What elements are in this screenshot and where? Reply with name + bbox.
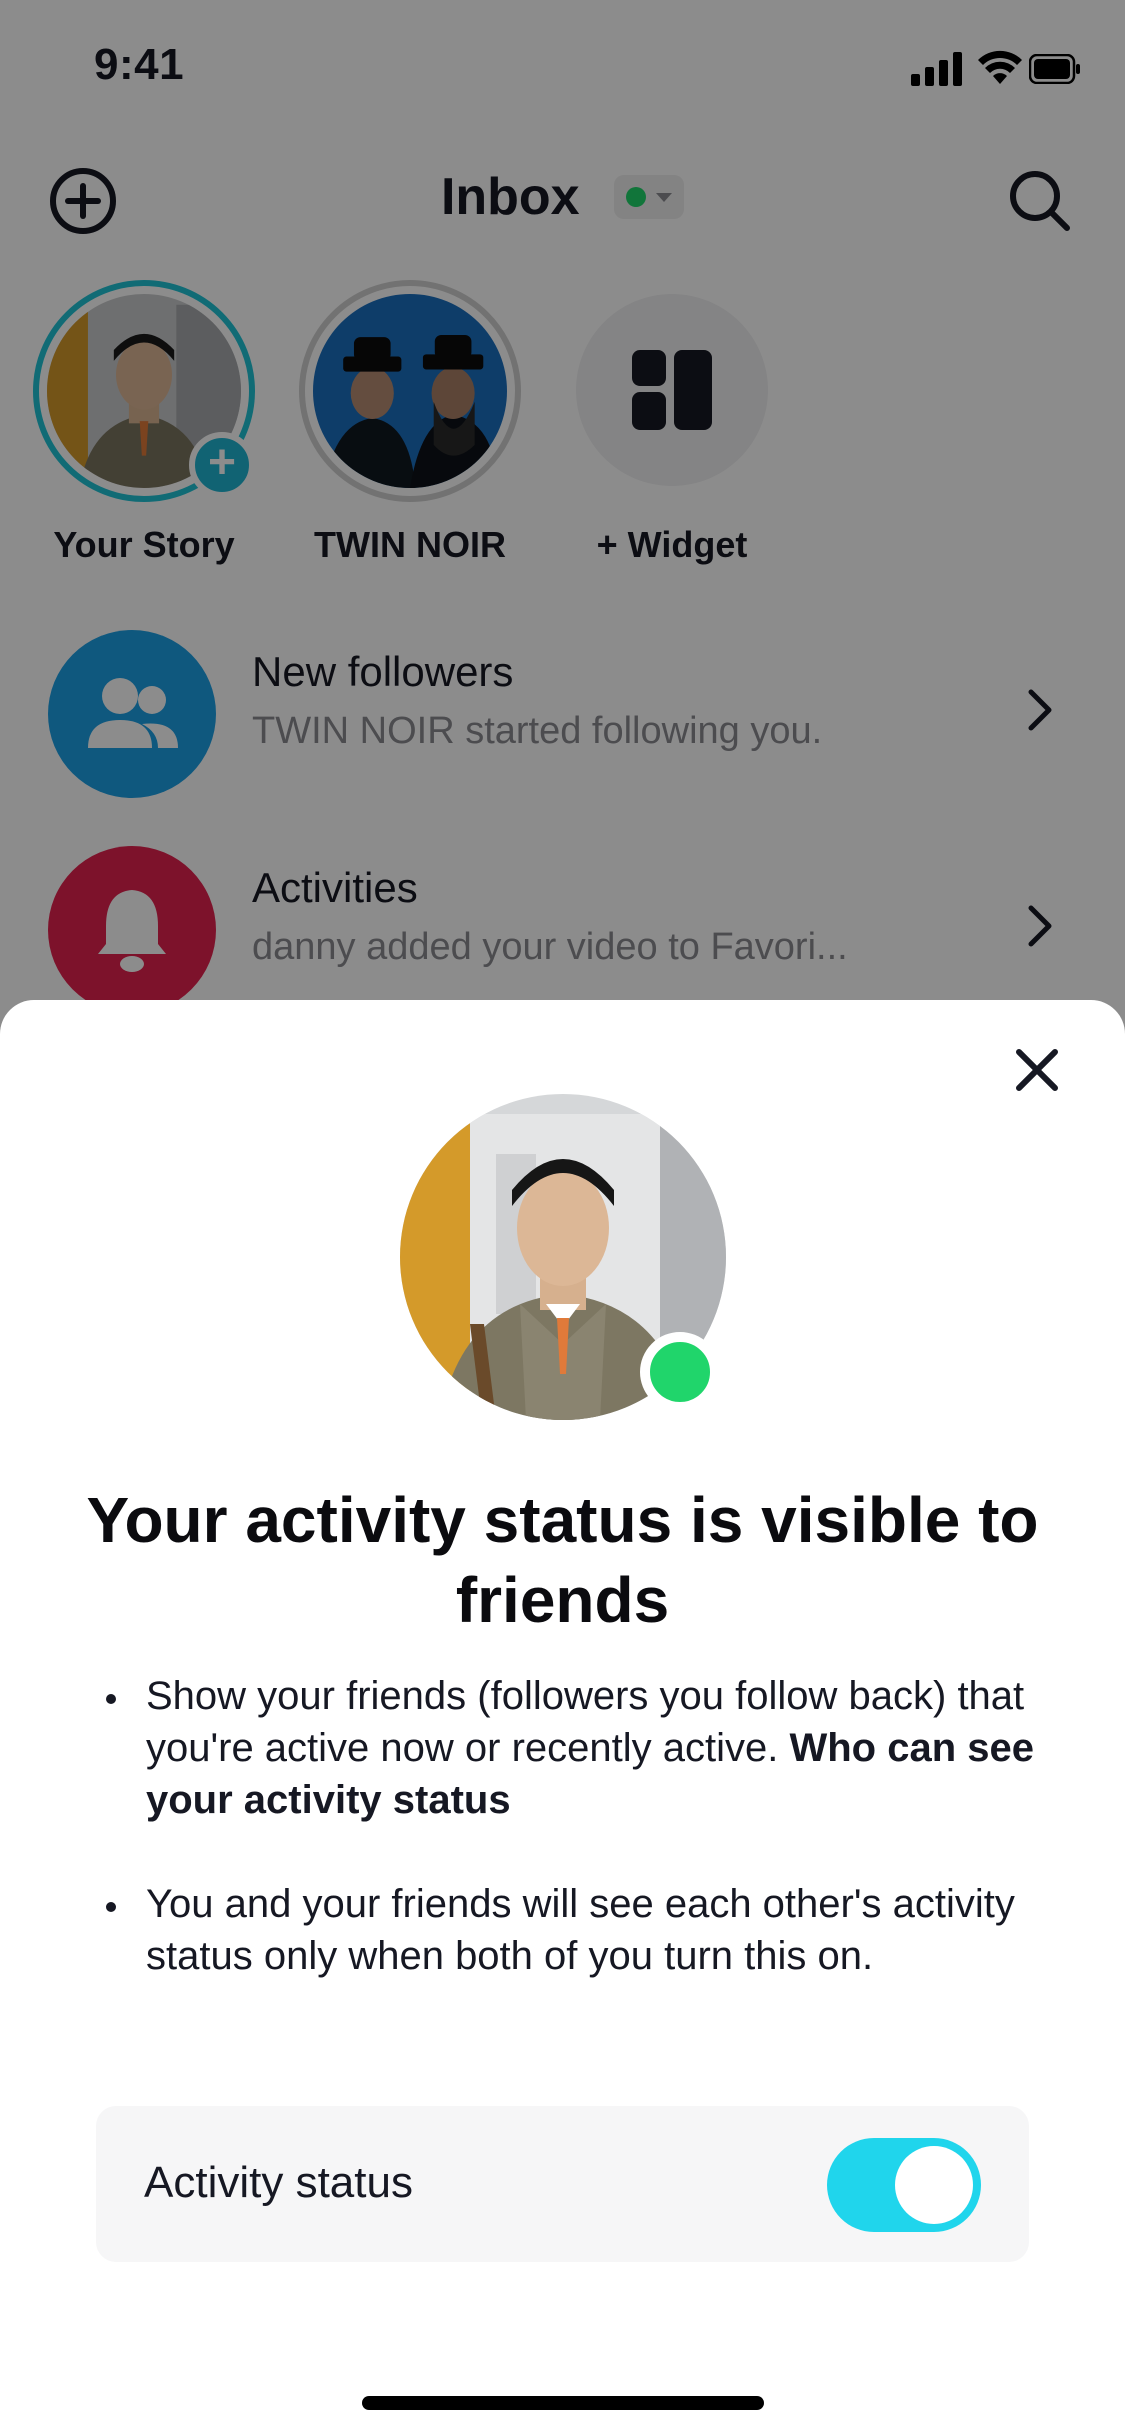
- toggle-knob: [895, 2146, 973, 2224]
- bullet-item: Show your friends (followers you follow …: [100, 1670, 1045, 1826]
- info-bullets: Show your friends (followers you follow …: [100, 1670, 1045, 2034]
- toggle-label: Activity status: [144, 2158, 413, 2207]
- home-indicator[interactable]: [362, 2396, 764, 2410]
- online-status-dot: [640, 1332, 720, 1412]
- sheet-heading: Your activity status is visible to frien…: [86, 1484, 1039, 1636]
- bullet-item: You and your friends will see each other…: [100, 1878, 1045, 1982]
- activity-status-sheet: Your activity status is visible to frien…: [0, 1000, 1125, 2436]
- activity-status-toggle[interactable]: [827, 2138, 981, 2232]
- bullet-text: You and your friends will see each other…: [146, 1882, 1015, 1978]
- activity-status-row: Activity status: [96, 2106, 1029, 2262]
- close-icon[interactable]: [1011, 1044, 1063, 1096]
